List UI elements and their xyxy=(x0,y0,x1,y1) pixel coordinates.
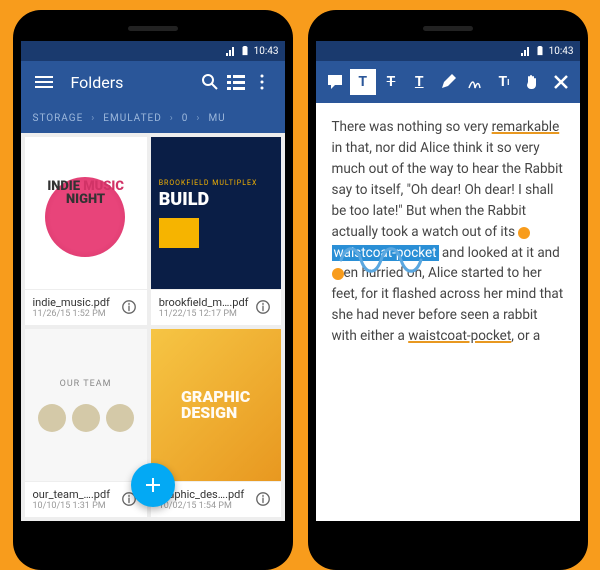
fab-add-button[interactable] xyxy=(131,463,175,507)
avatar xyxy=(72,404,100,432)
file-name: our_team_….pdf xyxy=(33,488,115,501)
screen-left: 10:43 Folders STORAGE› EMULATED› 0› MU I… xyxy=(21,41,285,521)
pen-icon xyxy=(440,74,456,90)
breadcrumb-item[interactable]: 0 xyxy=(182,113,189,124)
underlined-text: waistcoat-pocket xyxy=(408,328,511,344)
phone-speaker xyxy=(128,26,178,31)
pan-tool[interactable] xyxy=(519,69,545,95)
note-tool[interactable] xyxy=(322,69,348,95)
hand-icon xyxy=(524,74,540,90)
file-info-button[interactable] xyxy=(121,299,139,317)
phone-speaker xyxy=(423,26,473,31)
status-time: 10:43 xyxy=(254,46,279,57)
status-bar: 10:43 xyxy=(316,41,580,61)
signal-icon xyxy=(521,46,531,56)
file-thumbnail: BROOKFIELD MULTIPLEX BUILD xyxy=(151,137,281,289)
file-card[interactable]: INDIE MUSICNIGHT indie_music.pdf11/26/15… xyxy=(25,137,147,325)
avatar xyxy=(38,404,66,432)
signal-icon xyxy=(226,46,236,56)
app-bar: Folders xyxy=(21,61,285,103)
menu-button[interactable] xyxy=(31,73,57,91)
info-icon xyxy=(255,491,271,507)
file-name: brookfield_m….pdf xyxy=(159,296,249,309)
file-thumbnail: GRAPHICDESIGN xyxy=(151,329,281,481)
ink-dot xyxy=(518,227,530,239)
breadcrumb-item[interactable]: MU xyxy=(208,113,225,124)
close-button[interactable] xyxy=(548,69,574,95)
view-button[interactable] xyxy=(223,73,249,91)
file-thumbnail: OUR TEAM xyxy=(25,329,147,481)
highlight-tool[interactable]: T xyxy=(350,69,376,95)
pen-tool[interactable] xyxy=(435,69,461,95)
underlined-text: remarkable xyxy=(492,119,560,135)
list-icon xyxy=(227,73,245,91)
breadcrumb[interactable]: STORAGE› EMULATED› 0› MU xyxy=(21,103,285,133)
phone-right: 10:43 T T T TI There was nothing so very… xyxy=(308,10,588,570)
signature-icon xyxy=(468,74,484,90)
avatar xyxy=(106,404,134,432)
info-icon xyxy=(255,299,271,315)
breadcrumb-item[interactable]: EMULATED xyxy=(103,113,161,124)
battery-icon xyxy=(240,46,250,56)
file-date: 11/26/15 1:52 PM xyxy=(33,309,115,319)
underline-tool[interactable]: T xyxy=(406,69,432,95)
highlighted-text: waistcoat-pocket xyxy=(332,245,439,261)
status-time: 10:43 xyxy=(549,46,574,57)
info-icon xyxy=(121,299,137,315)
overflow-button[interactable] xyxy=(249,73,275,91)
file-card[interactable]: BROOKFIELD MULTIPLEX BUILD brookfield_m…… xyxy=(151,137,281,325)
file-meta: our_team_….pdf10/10/15 1:31 PM xyxy=(25,481,147,517)
screen-right: 10:43 T T T TI There was nothing so very… xyxy=(316,41,580,521)
text-tool[interactable]: TI xyxy=(491,69,517,95)
ink-dot xyxy=(332,268,344,280)
more-vert-icon xyxy=(253,73,271,91)
status-bar: 10:43 xyxy=(21,41,285,61)
breadcrumb-item[interactable]: STORAGE xyxy=(33,113,84,124)
signature-tool[interactable] xyxy=(463,69,489,95)
strikeout-tool[interactable]: T xyxy=(378,69,404,95)
search-button[interactable] xyxy=(197,73,223,91)
battery-icon xyxy=(535,46,545,56)
file-info-button[interactable] xyxy=(255,299,273,317)
search-icon xyxy=(201,73,219,91)
phone-left: 10:43 Folders STORAGE› EMULATED› 0› MU I… xyxy=(13,10,293,570)
plus-icon xyxy=(143,475,163,495)
file-name: indie_music.pdf xyxy=(33,296,115,309)
document-text[interactable]: There was nothing so very remarkable in … xyxy=(316,103,580,521)
note-icon xyxy=(327,74,343,90)
file-meta: brookfield_m….pdf11/22/15 12:17 PM xyxy=(151,289,281,325)
file-meta: indie_music.pdf11/26/15 1:52 PM xyxy=(25,289,147,325)
file-date: 11/22/15 12:17 PM xyxy=(159,309,249,319)
close-icon xyxy=(553,74,569,90)
app-title: Folders xyxy=(71,73,197,92)
annotation-toolbar: T T T TI xyxy=(316,61,580,103)
hamburger-icon xyxy=(35,73,53,91)
file-info-button[interactable] xyxy=(255,491,273,509)
file-thumbnail: INDIE MUSICNIGHT xyxy=(25,137,147,289)
file-card[interactable]: OUR TEAM our_team_….pdf10/10/15 1:31 PM xyxy=(25,329,147,517)
